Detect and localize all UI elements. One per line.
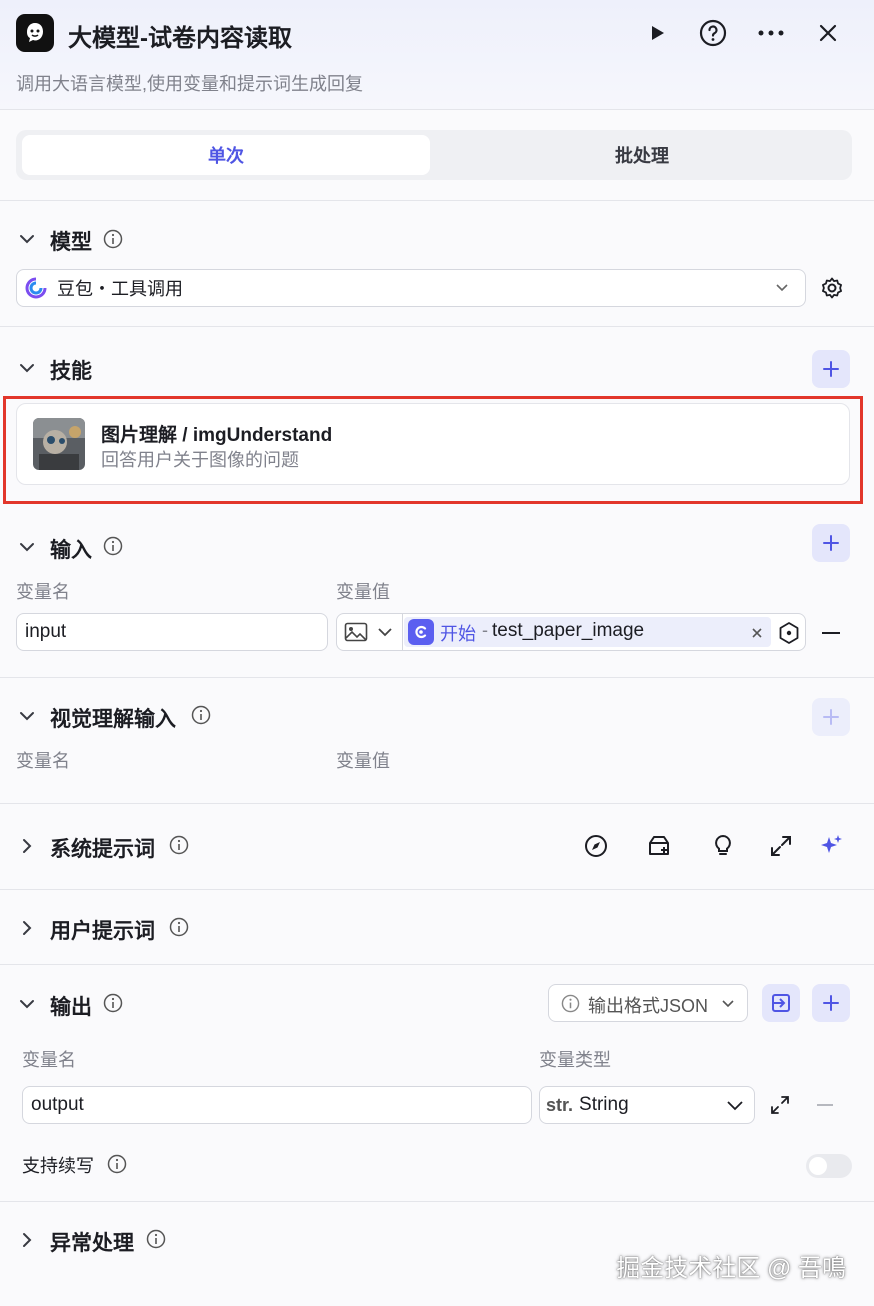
image-type-icon[interactable] <box>344 622 368 642</box>
close-button[interactable] <box>811 16 845 50</box>
play-icon <box>652 26 664 40</box>
node-header: 大模型-试卷内容读取 调用大语言模型,使用变量和提示词生成回复 <box>0 0 874 110</box>
mode-tabs: 单次 批处理 <box>16 130 852 180</box>
model-section-title: 模型 <box>50 231 92 254</box>
vision-col-name: 变量名 <box>16 751 70 771</box>
chevron-down-icon <box>727 1101 743 1111</box>
run-button[interactable] <box>640 16 674 50</box>
model-select-value: 豆包・工具调用 <box>57 279 183 299</box>
import-output-button[interactable] <box>762 984 800 1022</box>
tab-single[interactable]: 单次 <box>22 135 430 175</box>
chevron-right-icon[interactable] <box>18 1231 36 1249</box>
plus-icon <box>823 535 839 551</box>
chevron-down-icon[interactable] <box>18 230 36 248</box>
ai-sparkle-icon[interactable] <box>818 833 844 859</box>
compass-icon[interactable] <box>583 833 609 859</box>
vision-input-section-title: 视觉理解输入 <box>50 708 176 731</box>
info-icon <box>103 993 123 1013</box>
output-format-label: 输出格式JSON <box>588 996 709 1016</box>
input-col-value: 变量值 <box>336 582 390 602</box>
more-button[interactable] <box>754 16 788 50</box>
continue-label: 支持续写 <box>22 1156 94 1176</box>
gear-icon[interactable] <box>820 276 844 300</box>
app-icon <box>16 14 54 52</box>
divider <box>402 614 403 650</box>
info-icon <box>169 835 189 855</box>
import-icon <box>772 994 790 1012</box>
user-prompt-section: 用户提示词 <box>0 890 874 965</box>
add-vision-input-button[interactable] <box>812 698 850 736</box>
continue-toggle[interactable] <box>806 1154 852 1178</box>
model-section: 模型 豆包・工具调用 <box>0 201 874 327</box>
watermark: 掘金技术社区 @ 吾鳴 <box>616 1255 846 1282</box>
user-prompt-title: 用户提示词 <box>50 920 155 943</box>
expand-icon[interactable] <box>770 1095 790 1115</box>
vision-input-section: 视觉理解输入 变量名 变量值 <box>0 678 874 804</box>
info-icon <box>146 1229 166 1249</box>
more-icon <box>758 30 784 36</box>
string-type-icon: str. <box>546 1094 574 1115</box>
add-input-button[interactable] <box>812 524 850 562</box>
variable-reference-chip[interactable]: 开始 - test_paper_image <box>404 617 771 647</box>
lightbulb-icon[interactable] <box>710 833 736 859</box>
remove-row-icon[interactable] <box>817 1104 833 1107</box>
chevron-down-icon <box>722 1000 734 1008</box>
input-section: 输入 变量名 变量值 input 开始 - test_paper_image <box>0 509 874 678</box>
plus-icon <box>823 709 839 725</box>
system-prompt-section: 系统提示词 <box>0 804 874 890</box>
clear-icon[interactable] <box>751 627 763 639</box>
start-node-icon <box>408 619 434 645</box>
close-icon <box>819 24 837 42</box>
chevron-down-icon[interactable] <box>18 538 36 556</box>
input-col-name: 变量名 <box>16 582 70 602</box>
input-section-title: 输入 <box>50 539 92 562</box>
info-icon <box>103 536 123 556</box>
system-prompt-title: 系统提示词 <box>50 838 155 861</box>
info-icon <box>107 1154 127 1174</box>
chevron-right-icon[interactable] <box>18 919 36 937</box>
chevron-down-icon[interactable] <box>377 627 393 637</box>
variable-picker-icon[interactable] <box>777 621 801 645</box>
chip-separator: - <box>482 620 488 640</box>
prompt-library-icon[interactable] <box>646 833 672 859</box>
input-name-field[interactable]: input <box>16 613 328 651</box>
model-select[interactable]: 豆包・工具调用 <box>16 269 806 307</box>
info-icon <box>169 917 189 937</box>
node-title: 大模型-试卷内容读取 <box>68 25 292 52</box>
chevron-down-icon[interactable] <box>18 707 36 725</box>
output-type-select[interactable]: str. String <box>539 1086 755 1124</box>
info-icon <box>561 994 580 1013</box>
vision-col-value: 变量值 <box>336 751 390 771</box>
node-description: 调用大语言模型,使用变量和提示词生成回复 <box>16 74 363 94</box>
output-col-name: 变量名 <box>22 1050 76 1070</box>
exception-section-title: 异常处理 <box>50 1232 134 1255</box>
output-type-value: String <box>579 1094 629 1115</box>
info-icon <box>103 229 123 249</box>
info-icon <box>191 705 211 725</box>
plus-icon <box>823 995 839 1011</box>
add-output-button[interactable] <box>812 984 850 1022</box>
expand-icon[interactable] <box>768 833 794 859</box>
help-button[interactable] <box>696 16 730 50</box>
help-icon <box>699 19 727 47</box>
highlight-box <box>3 396 863 504</box>
chevron-down-icon[interactable] <box>18 995 36 1013</box>
output-format-select[interactable]: 输出格式JSON <box>548 984 748 1022</box>
tab-batch[interactable]: 批处理 <box>438 135 846 175</box>
output-section-title: 输出 <box>50 996 92 1019</box>
chip-source-node: 开始 <box>440 624 476 644</box>
chip-variable: test_paper_image <box>492 620 645 641</box>
skills-section-title: 技能 <box>50 360 92 383</box>
output-col-type: 变量类型 <box>539 1050 611 1070</box>
chevron-right-icon[interactable] <box>18 837 36 855</box>
doubao-logo-icon <box>25 277 47 299</box>
output-name-field[interactable]: output <box>22 1086 532 1124</box>
chevron-down-icon[interactable] <box>18 359 36 377</box>
add-skill-button[interactable] <box>812 350 850 388</box>
remove-row-icon[interactable] <box>822 631 840 635</box>
plus-icon <box>823 361 839 377</box>
input-value-field[interactable]: 开始 - test_paper_image <box>336 613 806 651</box>
chevron-down-icon <box>776 284 788 292</box>
output-section: 输出 输出格式JSON 变量名 变量类型 output str. String … <box>0 965 874 1202</box>
